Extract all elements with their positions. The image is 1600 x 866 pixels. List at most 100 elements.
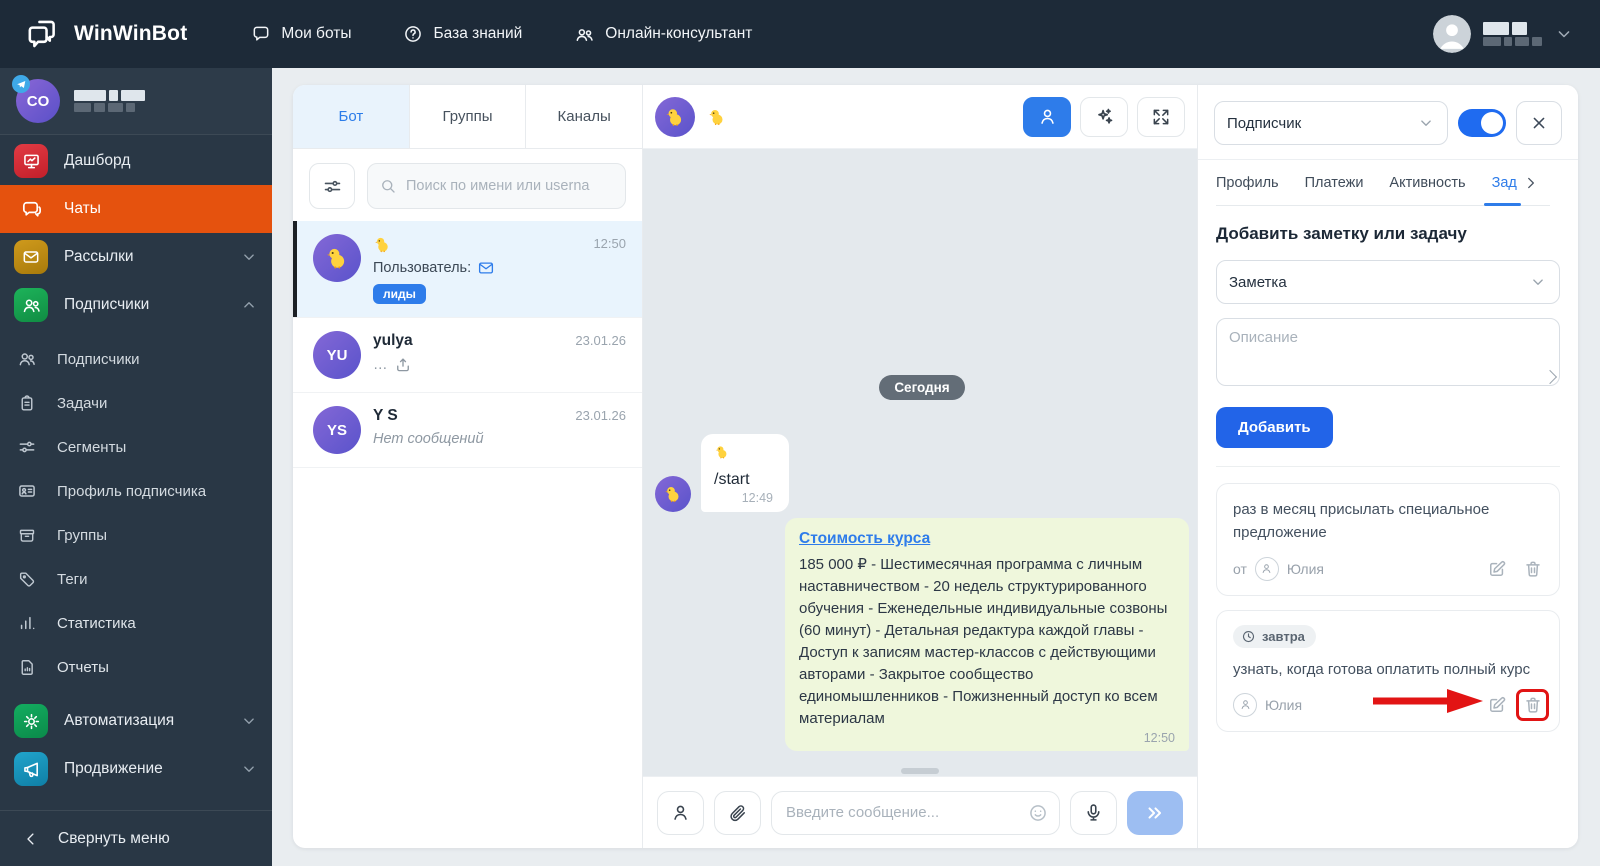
chat-list-panel: Бот Группы Каналы Польз [293, 85, 643, 848]
sidebar-item-dashboard[interactable]: Дашборд [0, 137, 272, 185]
chat-title: Y S [373, 407, 398, 424]
sidebar-item-label: Подписчики [64, 296, 150, 313]
message-text: /start [714, 471, 750, 488]
chat-avatar: YS [313, 406, 361, 454]
subscriber-panel-button[interactable] [1023, 96, 1071, 137]
quick-profile-button[interactable] [657, 790, 704, 835]
sliders-icon [17, 437, 37, 457]
sidebar-subitem-subscribers[interactable]: Подписчики [0, 337, 272, 381]
sidebar-item-chats[interactable]: Чаты [0, 185, 272, 233]
add-note-button[interactable]: Добавить [1216, 407, 1333, 448]
nav-item-knowledge-base[interactable]: База знаний [403, 24, 522, 44]
sidebar-item-label: Чаты [64, 200, 101, 217]
emoji-icon[interactable] [1028, 803, 1048, 823]
tab-groups[interactable]: Группы [409, 85, 527, 148]
brand-name: WinWinBot [74, 22, 188, 45]
sidebar-subitem-segments[interactable]: Сегменты [0, 425, 272, 469]
avatar-initials: YU [326, 346, 348, 364]
message-link[interactable]: Стоимость курса [799, 530, 930, 547]
report-icon [17, 658, 37, 677]
panel-toggle[interactable] [1458, 109, 1506, 137]
toggle-knob [1481, 112, 1503, 134]
sidebar-subitem-groups[interactable]: Группы [0, 513, 272, 557]
tab-tasks[interactable]: Зад [1483, 160, 1522, 206]
chat-tag-badge[interactable]: лиды [373, 284, 426, 304]
sidebar-item-statistics[interactable]: Статистика [0, 601, 272, 645]
chat-item-body: yulya … [373, 331, 563, 379]
tabs-scroll-right-icon[interactable] [1520, 174, 1539, 192]
fullscreen-button[interactable] [1137, 96, 1185, 137]
author-avatar-icon [1254, 556, 1279, 581]
tab-label: Бот [338, 108, 364, 125]
nav-item-my-bots[interactable]: Мои боты [251, 24, 351, 44]
top-navbar: WinWinBot Мои боты База знаний Онлайн-ко… [0, 0, 1600, 68]
attach-button[interactable] [714, 790, 761, 835]
chat-list-item[interactable]: YS Y S Нет сообщений 23.01.26 [293, 393, 642, 468]
sidebar-subitem-subscriber-profile[interactable]: Профиль подписчика [0, 469, 272, 513]
task-footer: Юлия [1233, 688, 1549, 721]
tab-bot[interactable]: Бот [293, 85, 410, 148]
due-badge: завтра [1233, 624, 1316, 648]
telegram-icon [12, 75, 30, 93]
message-composer [643, 776, 1197, 848]
delete-icon[interactable] [1523, 695, 1543, 715]
sidebar-item-label: Группы [57, 526, 107, 544]
people-icon [574, 24, 595, 45]
chick-icon [373, 235, 392, 254]
scroll-handle[interactable] [901, 768, 939, 774]
delete-icon[interactable] [1523, 559, 1543, 579]
nav-item-online-consultant[interactable]: Онлайн-консультант [574, 24, 752, 45]
tab-activity[interactable]: Активность [1389, 160, 1465, 206]
sidebar-item-reports[interactable]: Отчеты [0, 645, 272, 689]
chat-panel: Сегодня /start 12:49 Стоимость курса 185… [643, 85, 1197, 848]
sidebar-subitem-tasks[interactable]: Задачи [0, 381, 272, 425]
sidebar-item-promotion[interactable]: Продвижение [0, 745, 272, 793]
message-input-wrap [771, 790, 1060, 835]
filter-button[interactable] [309, 163, 355, 209]
ai-assistant-button[interactable] [1080, 96, 1128, 137]
chevron-down-icon [240, 712, 258, 730]
note-type-select[interactable]: Заметка [1216, 260, 1560, 304]
sidebar-item-label: Задачи [57, 394, 108, 412]
tab-profile[interactable]: Профиль [1216, 160, 1279, 206]
sidebar-item-automation[interactable]: Автоматизация [0, 697, 272, 745]
sidebar-profile[interactable]: CO [0, 68, 272, 134]
chat-list-item[interactable]: YU yulya … 23.01.26 [293, 318, 642, 393]
edit-icon[interactable] [1487, 695, 1507, 715]
search-input[interactable] [367, 163, 626, 209]
sidebar-item-label: Профиль подписчика [57, 482, 207, 500]
sidebar-item-label: Дашборд [64, 152, 131, 169]
user-menu[interactable] [1433, 15, 1574, 53]
chat-header [643, 85, 1197, 149]
chat-list-item[interactable]: Пользователь: лиды 12:50 [293, 221, 642, 318]
message-text: 185 000 ₽ - Шестимесячная программа с ли… [799, 556, 1168, 728]
chevron-up-icon [240, 296, 258, 314]
person-icon [670, 802, 691, 823]
message-input[interactable] [771, 790, 1060, 835]
due-badge-label: завтра [1262, 628, 1305, 644]
note-text: раз в месяц присылать специальное предло… [1233, 501, 1490, 542]
edit-icon[interactable] [1487, 559, 1507, 579]
sidebar-item-subscribers[interactable]: Подписчики [0, 281, 272, 329]
chat-header-actions [1023, 96, 1185, 137]
chat-header-avatar [655, 96, 695, 137]
tab-payments[interactable]: Платежи [1305, 160, 1364, 206]
sidebar-item-label: Рассылки [64, 248, 134, 265]
subscriber-select[interactable]: Подписчик [1214, 101, 1448, 145]
send-button[interactable] [1127, 790, 1183, 835]
sidebar-subitem-tags[interactable]: Теги [0, 557, 272, 601]
sidebar-item-broadcasts[interactable]: Рассылки [0, 233, 272, 281]
message-bubble: /start 12:49 [701, 434, 789, 512]
tab-channels[interactable]: Каналы [526, 85, 643, 148]
messages-area[interactable]: Сегодня /start 12:49 Стоимость курса 185… [643, 149, 1197, 776]
close-panel-button[interactable] [1516, 101, 1562, 145]
chat-avatar: YU [313, 331, 361, 379]
subscriber-panel-header: Подписчик [1198, 85, 1578, 160]
description-textarea[interactable] [1216, 318, 1560, 386]
chick-icon [714, 444, 730, 460]
collapse-menu-button[interactable]: Свернуть меню [0, 810, 272, 866]
brand[interactable]: WinWinBot [26, 17, 187, 51]
bar-chart-icon [17, 613, 37, 633]
microphone-icon [1083, 802, 1104, 823]
voice-message-button[interactable] [1070, 790, 1117, 835]
